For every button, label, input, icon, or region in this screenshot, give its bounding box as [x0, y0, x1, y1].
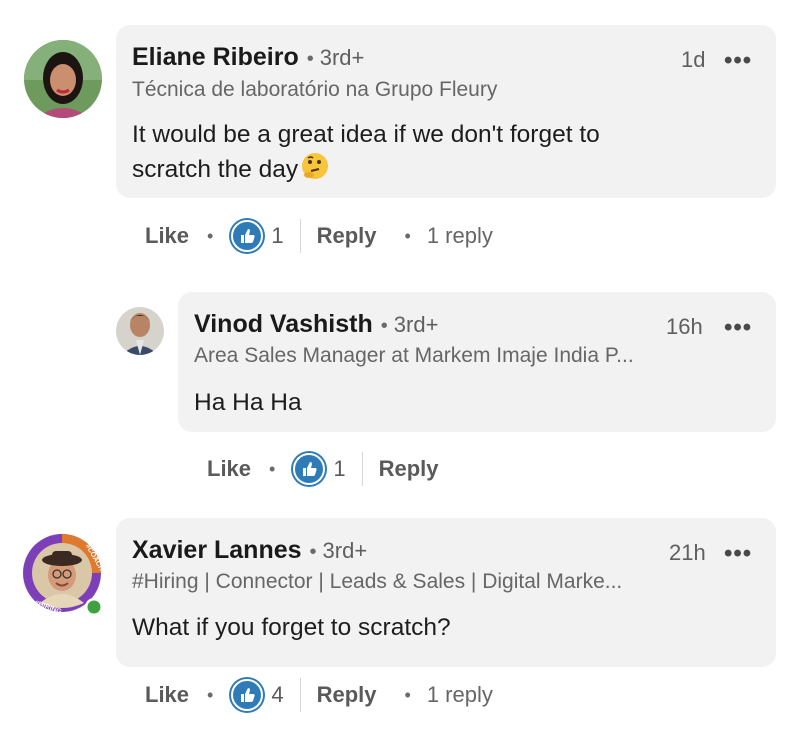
comment-actions: Like • 4 Reply • 1 reply — [145, 677, 493, 713]
replies-link[interactable]: 1 reply — [427, 223, 493, 249]
like-reaction-icon[interactable] — [231, 679, 264, 711]
reply-button[interactable]: Reply — [317, 682, 377, 708]
separator-dot: • — [380, 315, 388, 337]
comment-actions: Like • 1 Reply • 1 reply — [145, 218, 493, 254]
timestamp: 21h — [669, 540, 706, 565]
divider — [299, 219, 301, 253]
author-name-text[interactable]: Xavier Lannes — [132, 536, 302, 564]
author-headline: Técnica de laboratório na Grupo Fleury — [132, 78, 498, 101]
reaction-count[interactable]: 1 — [333, 456, 345, 482]
author-name-text[interactable]: Vinod Vashisth — [194, 310, 373, 338]
comment-actions: Like • 1 Reply — [207, 451, 439, 487]
reaction-count[interactable]: 1 — [271, 223, 283, 249]
divider — [361, 452, 363, 486]
online-status-indicator — [87, 600, 101, 614]
thinking-face-emoji — [300, 151, 330, 190]
connection-degree: 3rd+ — [319, 45, 365, 70]
like-button[interactable]: Like — [207, 456, 251, 482]
author-name[interactable]: Eliane Ribeiro • 3rd+ — [132, 43, 364, 72]
profile-photo-hiring-frame: #HIRING #COACH — [23, 534, 105, 616]
separator-dot: • — [207, 684, 214, 705]
reply-vinod: Vinod Vashisth • 3rd+ 16h ••• Area Sales M… — [0, 280, 800, 500]
divider — [299, 678, 301, 712]
author-name-text[interactable]: Eliane Ribeiro — [132, 43, 299, 71]
profile-photo — [116, 307, 164, 355]
reply-button[interactable]: Reply — [379, 456, 439, 482]
comment-text: What if you forget to scratch? — [132, 614, 451, 641]
author-name[interactable]: Xavier Lannes • 3rd+ — [132, 536, 367, 565]
more-options-icon[interactable]: ••• — [724, 542, 752, 566]
like-button[interactable]: Like — [145, 682, 189, 708]
more-options-icon[interactable]: ••• — [724, 49, 752, 73]
reaction-count[interactable]: 4 — [271, 682, 283, 708]
timestamp: 16h — [666, 314, 703, 339]
comment-text-line: scratch the day — [132, 151, 752, 190]
avatar[interactable] — [116, 307, 164, 355]
comment-text-line: It would be a great idea if we don't for… — [132, 121, 600, 148]
more-options-icon[interactable]: ••• — [724, 316, 752, 340]
author-headline: #Hiring | Connector | Leads & Sales | Di… — [132, 570, 623, 593]
separator-dot: • — [269, 458, 276, 479]
separator-dot: • — [404, 684, 411, 705]
avatar[interactable] — [24, 40, 102, 118]
connection-degree: 3rd+ — [393, 312, 439, 337]
comment-xavier: #HIRING #COACH Xavier Lannes • 3rd+ 21h ••… — [0, 510, 800, 749]
like-reaction-icon[interactable] — [231, 220, 264, 252]
like-button[interactable]: Like — [145, 223, 189, 249]
comment-eliane: Eliane Ribeiro • 3rd+ 1d ••• Técnica de la… — [0, 0, 800, 270]
comment-text: It would be a great idea if we don't for… — [132, 119, 752, 190]
author-headline: Area Sales Manager at Markem Imaje India… — [194, 344, 634, 367]
profile-photo — [24, 40, 102, 118]
connection-degree: 3rd+ — [322, 538, 368, 563]
avatar[interactable]: #HIRING #COACH — [22, 533, 105, 616]
like-reaction-icon[interactable] — [293, 453, 326, 485]
separator-dot: • — [207, 225, 214, 246]
separator-dot: • — [306, 48, 314, 70]
replies-link[interactable]: 1 reply — [427, 682, 493, 708]
comment-text-line-part: scratch the day — [132, 155, 299, 183]
comment-text: Ha Ha Ha — [194, 389, 302, 416]
author-name[interactable]: Vinod Vashisth • 3rd+ — [194, 310, 438, 339]
separator-dot: • — [404, 225, 411, 246]
separator-dot: • — [309, 541, 317, 563]
reply-button[interactable]: Reply — [317, 223, 377, 249]
timestamp: 1d — [681, 47, 706, 72]
